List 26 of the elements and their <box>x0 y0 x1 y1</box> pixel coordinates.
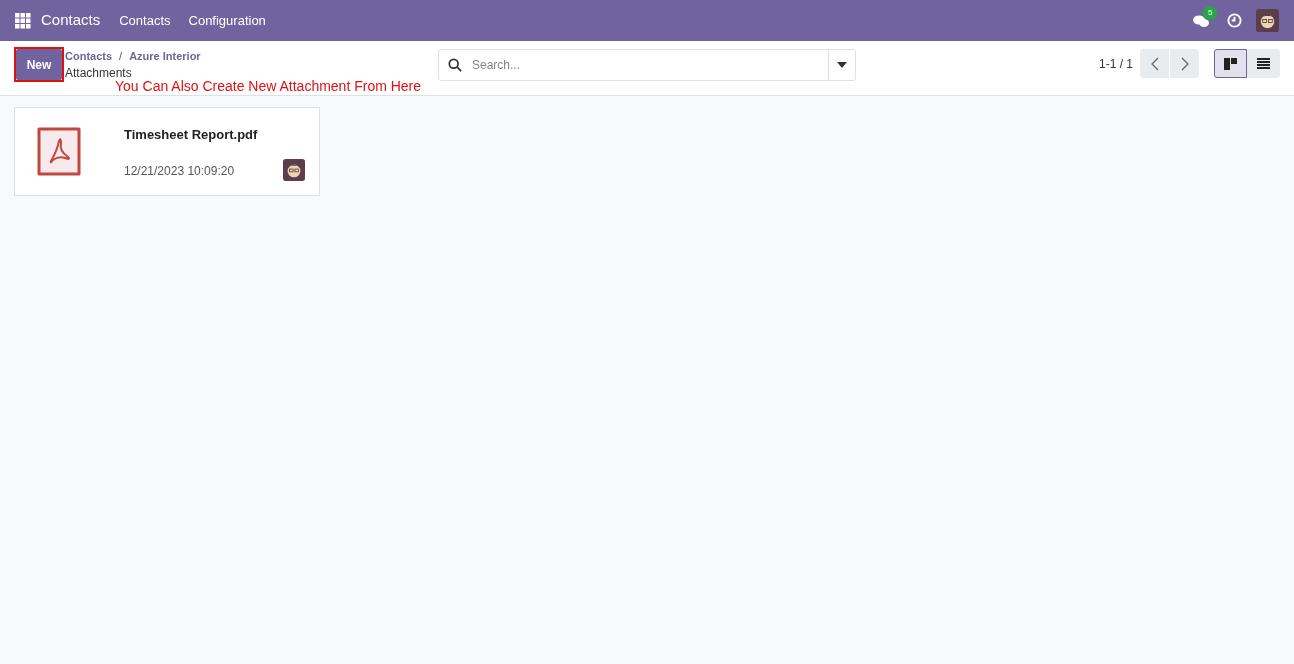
attachment-card[interactable]: Timesheet Report.pdf 12/21/2023 10:09:20 <box>14 107 320 196</box>
pdf-file-icon <box>37 127 81 176</box>
apps-grid-icon[interactable] <box>15 12 31 29</box>
pager-value[interactable]: 1-1 / 1 <box>1098 54 1133 73</box>
avatar-icon[interactable] <box>283 159 305 181</box>
upload-date: 12/21/2023 10:09:20 <box>124 162 236 180</box>
chevron-right-icon <box>1180 56 1189 71</box>
message-count-badge: 5 <box>1203 5 1218 20</box>
breadcrumb-link[interactable]: Azure Interior <box>129 48 201 65</box>
search-input[interactable]: Search... <box>472 56 828 74</box>
list-view-button[interactable] <box>1247 49 1280 78</box>
breadcrumb-separator: / <box>119 49 123 64</box>
search-bar[interactable]: Search... <box>438 49 856 81</box>
menu-item[interactable]: Configuration <box>188 10 266 31</box>
search-icon <box>448 58 462 72</box>
chevron-left-icon <box>1150 56 1159 71</box>
clock-icon[interactable] <box>1227 13 1242 28</box>
breadcrumb-link[interactable]: Contacts <box>65 48 113 65</box>
new-button[interactable]: New <box>16 49 62 80</box>
file-name: Timesheet Report.pdf <box>124 126 258 144</box>
kanban-icon <box>1224 57 1237 70</box>
app-name[interactable]: Contacts <box>41 9 101 32</box>
avatar-icon[interactable] <box>1256 9 1279 32</box>
list-icon <box>1257 58 1270 69</box>
kanban-view-button[interactable] <box>1214 49 1247 78</box>
menu-item[interactable]: Contacts <box>119 10 171 31</box>
